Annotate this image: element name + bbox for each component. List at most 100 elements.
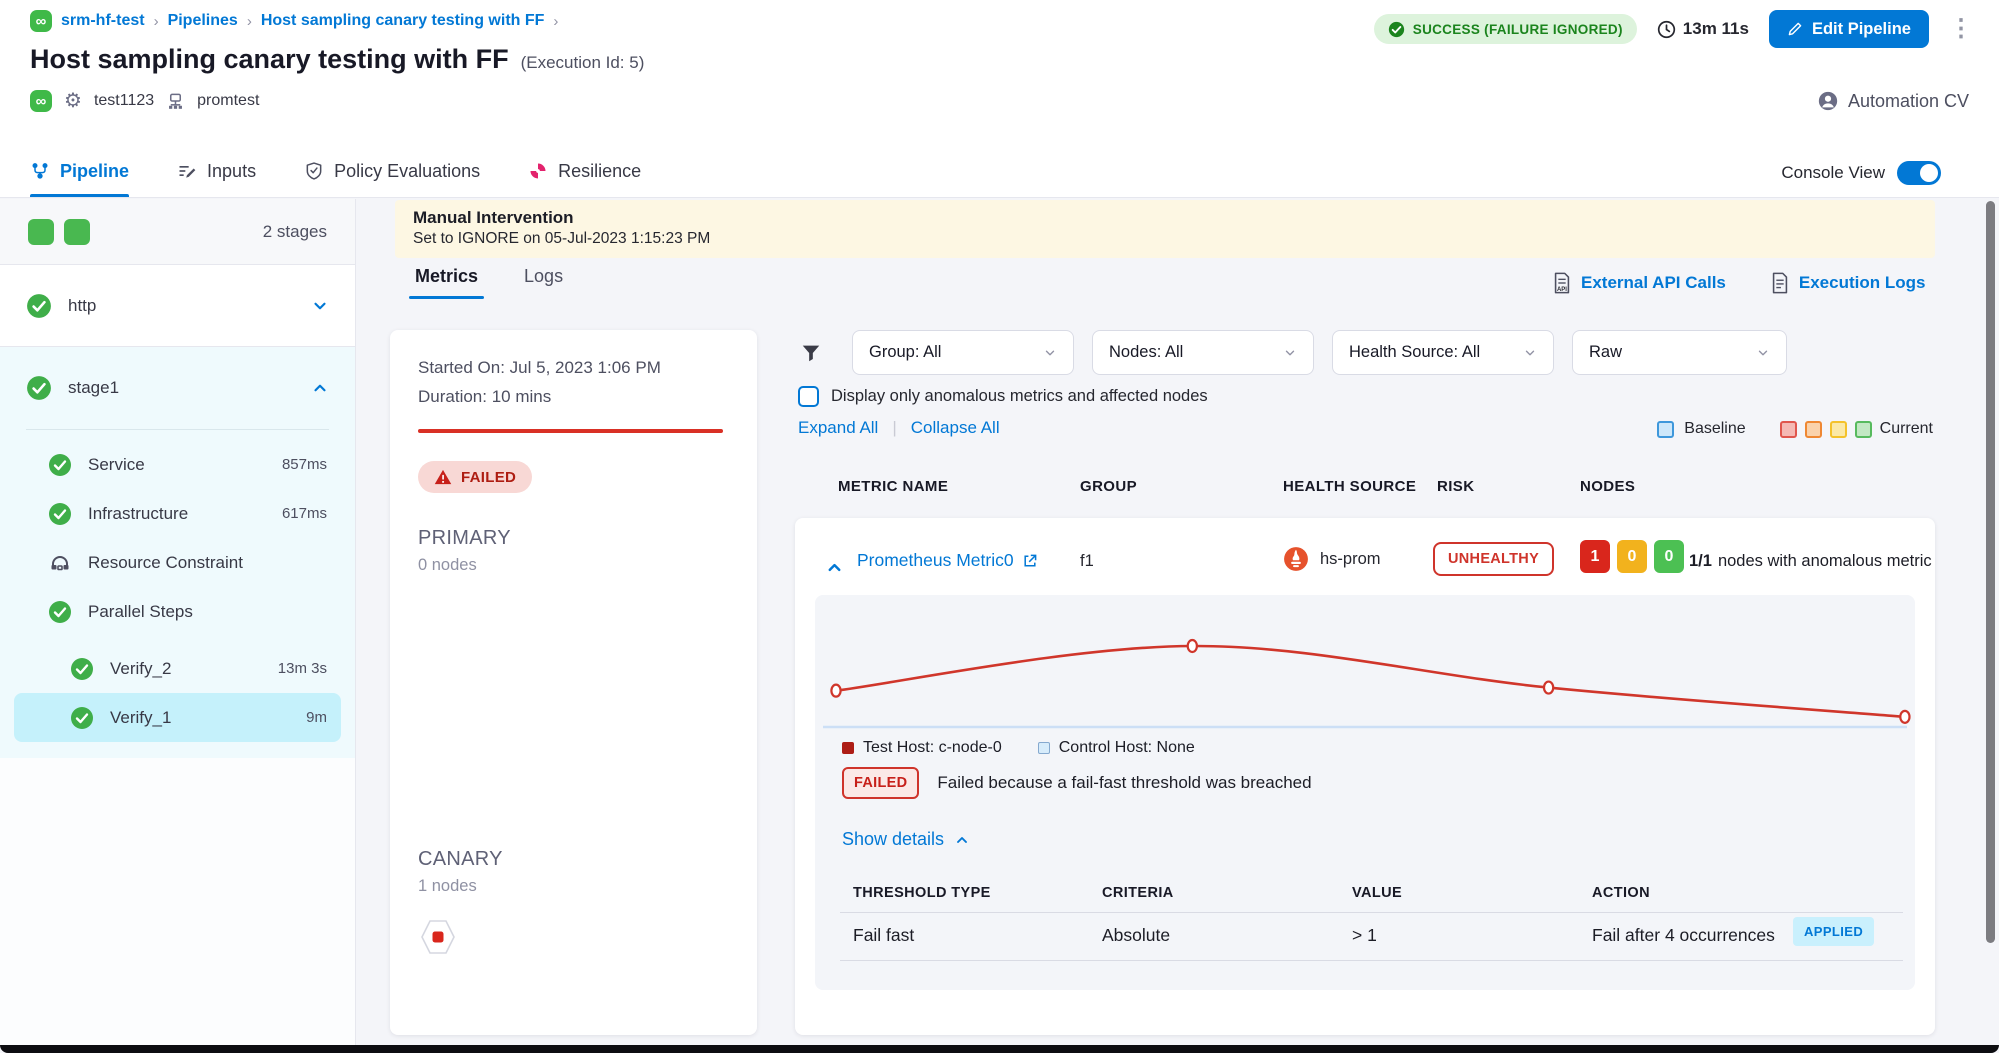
- failure-message: Failed because a fail-fast threshold was…: [937, 773, 1311, 793]
- col-criteria: CRITERIA: [1102, 885, 1174, 901]
- nodes-summary-text: nodes with anomalous metric: [1718, 552, 1932, 570]
- vertical-scrollbar[interactable]: [1986, 201, 1995, 943]
- stage-summary-row: 2 stages: [0, 199, 355, 265]
- applied-badge: APPLIED: [1793, 917, 1874, 946]
- chevron-up-icon: [954, 832, 970, 848]
- stage-label: stage1: [68, 378, 119, 398]
- canary-timeseries-chart[interactable]: [815, 595, 1915, 745]
- chevron-down-icon[interactable]: [311, 297, 329, 315]
- data-mode-dropdown[interactable]: Raw: [1572, 330, 1787, 375]
- data-point-markers[interactable]: [831, 640, 1909, 723]
- execution-logs-link[interactable]: Execution Logs: [1770, 272, 1926, 294]
- metric-row-card: Prometheus Metric0 f1 hs-prom UNHEALTHY …: [795, 518, 1935, 1035]
- breadcrumb-separator: ›: [154, 13, 159, 30]
- col-threshold-type: THRESHOLD TYPE: [853, 885, 991, 901]
- expand-all-link[interactable]: Expand All: [798, 418, 878, 438]
- sidebar-stage-http[interactable]: http: [0, 265, 355, 347]
- control-host-swatch: [1038, 742, 1050, 754]
- sidebar-step-parallel-steps[interactable]: Parallel Steps: [14, 587, 341, 636]
- sidebar-step-verify1[interactable]: Verify_1 9m: [14, 693, 341, 742]
- edit-pipeline-button[interactable]: Edit Pipeline: [1769, 10, 1929, 48]
- verification-status-label: FAILED: [461, 469, 516, 486]
- user-name: Automation CV: [1848, 91, 1969, 112]
- verification-status-badge: FAILED: [418, 461, 532, 493]
- collapse-metric-chevron-icon[interactable]: [825, 558, 844, 577]
- page-title: Host sampling canary testing with FF: [30, 44, 509, 75]
- chevron-down-icon: [1043, 346, 1057, 360]
- filter-funnel-icon[interactable]: [800, 342, 822, 364]
- stage-status-square: [64, 219, 90, 245]
- filter-row: Group: All Nodes: All Health Source: All…: [800, 330, 1787, 375]
- toggle-knob: [1920, 164, 1938, 182]
- duration-label: 13m 11s: [1683, 19, 1749, 39]
- check-circle-icon: [1388, 21, 1405, 38]
- breadcrumb-pipelines[interactable]: Pipelines: [168, 12, 238, 30]
- user-avatar-icon: [1817, 90, 1839, 112]
- manual-intervention-banner: Manual Intervention Set to IGNORE on 05-…: [395, 200, 1935, 258]
- pipeline-icon: [30, 161, 50, 181]
- nodes-dropdown[interactable]: Nodes: All: [1092, 330, 1314, 375]
- page-header: ∞ srm-hf-test› Pipelines› Host sampling …: [0, 0, 1999, 198]
- group-dropdown[interactable]: Group: All: [852, 330, 1074, 375]
- current-legend-label: Current: [1880, 420, 1933, 438]
- tab-resilience[interactable]: Resilience: [528, 145, 641, 197]
- metric-name-label: Prometheus Metric0: [857, 550, 1014, 571]
- action-value: Fail after 4 occurrences: [1592, 925, 1775, 946]
- collapse-all-link[interactable]: Collapse All: [911, 418, 1000, 438]
- stage-status-square: [28, 219, 54, 245]
- tab-logs[interactable]: Logs: [524, 266, 563, 299]
- sidebar-step-service[interactable]: Service 857ms: [14, 440, 341, 489]
- success-check-icon: [48, 502, 72, 526]
- sidebar-step-infrastructure[interactable]: Infrastructure 617ms: [14, 489, 341, 538]
- window-bottom-edge: [0, 1045, 1999, 1053]
- sidebar-step-verify2[interactable]: Verify_2 13m 3s: [14, 644, 341, 693]
- sidebar-step-resource-constraint[interactable]: Resource Constraint: [14, 538, 341, 587]
- more-options-icon[interactable]: ⋮: [1949, 17, 1973, 41]
- service-name[interactable]: test1123: [94, 92, 154, 110]
- col-group: GROUP: [1080, 478, 1137, 495]
- current-yellow-swatch: [1830, 421, 1847, 438]
- execution-duration: 13m 11s: [1657, 19, 1749, 39]
- sidebar-stage-stage1[interactable]: stage1: [0, 347, 355, 429]
- console-view-toggle[interactable]: [1897, 161, 1941, 185]
- success-check-icon: [26, 375, 52, 401]
- metric-name-link[interactable]: Prometheus Metric0: [857, 550, 1038, 571]
- metrics-logs-tabs: Metrics Logs: [415, 266, 563, 299]
- gear-icon: ⚙: [64, 91, 82, 111]
- title-row: Host sampling canary testing with FF (Ex…: [30, 44, 644, 75]
- stage-label: http: [68, 296, 96, 316]
- baseline-legend-swatch: [1657, 421, 1674, 438]
- test-host-legend: Test Host: c-node-0: [842, 739, 1002, 757]
- edit-pipeline-label: Edit Pipeline: [1812, 20, 1911, 39]
- anomalous-checkbox-label: Display only anomalous metrics and affec…: [831, 387, 1208, 406]
- col-risk: RISK: [1437, 478, 1474, 495]
- execution-tabs: Pipeline Inputs Policy Evaluations Resil…: [30, 145, 641, 197]
- col-action: ACTION: [1592, 885, 1650, 901]
- chevron-up-icon[interactable]: [311, 379, 329, 397]
- health-source-dropdown-value: Health Source: All: [1349, 343, 1480, 362]
- environment-name[interactable]: promtest: [197, 92, 259, 110]
- status-badge-label: SUCCESS (FAILURE IGNORED): [1413, 22, 1623, 37]
- breadcrumb-project[interactable]: srm-hf-test: [61, 12, 145, 30]
- tab-policy-evaluations[interactable]: Policy Evaluations: [304, 145, 480, 197]
- breadcrumb-separator: ›: [553, 13, 558, 30]
- show-details-link[interactable]: Show details: [842, 829, 970, 850]
- tab-inputs[interactable]: Inputs: [177, 145, 256, 197]
- console-view-control: Console View: [1781, 161, 1941, 185]
- breadcrumb-pipeline-name[interactable]: Host sampling canary testing with FF: [261, 12, 545, 30]
- step-label: Resource Constraint: [88, 553, 243, 573]
- external-api-calls-link[interactable]: API External API Calls: [1552, 272, 1726, 294]
- col-health-source: HEALTH SOURCE: [1283, 478, 1416, 495]
- canary-node-hexagon[interactable]: [418, 918, 458, 956]
- canary-node-count: 1 nodes: [418, 877, 503, 896]
- tab-metrics[interactable]: Metrics: [415, 266, 478, 299]
- anomalous-checkbox[interactable]: [798, 386, 819, 407]
- unhealthy-node-count: 1: [1580, 540, 1610, 573]
- health-source-dropdown[interactable]: Health Source: All: [1332, 330, 1554, 375]
- tab-pipeline[interactable]: Pipeline: [30, 145, 129, 197]
- step-label: Verify_2: [110, 659, 171, 679]
- step-label: Verify_1: [110, 708, 171, 728]
- control-host-legend: Control Host: None: [1038, 739, 1195, 757]
- nodes-summary-ratio: 1/1: [1689, 552, 1712, 570]
- chevron-down-icon: [1283, 346, 1297, 360]
